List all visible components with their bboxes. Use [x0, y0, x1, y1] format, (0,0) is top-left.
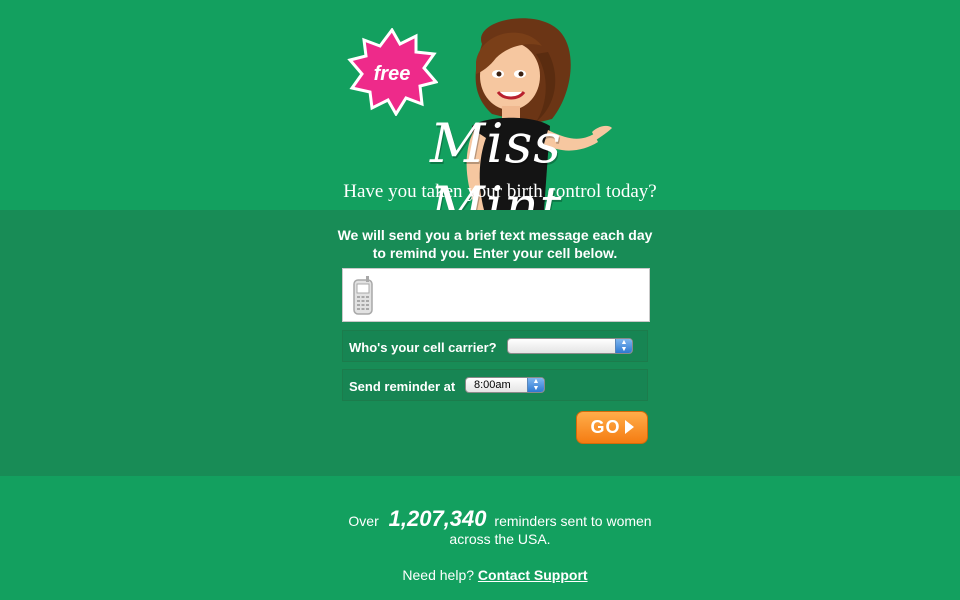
help-line: Need help? Contact Support: [330, 567, 660, 583]
reminder-count: 1,207,340: [388, 506, 487, 531]
select-arrows-icon: ▲ ▼: [615, 339, 632, 353]
carrier-label: Who's your cell carrier?: [349, 340, 497, 355]
time-label: Send reminder at: [349, 379, 456, 394]
stats-prefix: Over: [348, 513, 379, 529]
phone-field[interactable]: [342, 268, 650, 322]
intro-text: We will send you a brief text message ea…: [337, 227, 653, 261]
stats-line2: across the USA.: [449, 531, 551, 547]
phone-input[interactable]: [383, 275, 647, 317]
carrier-select[interactable]: ▲ ▼: [507, 338, 633, 354]
cellphone-icon: [353, 276, 373, 315]
time-row: Send reminder at 8:00am ▲ ▼: [342, 369, 648, 401]
select-arrows-icon: ▲ ▼: [527, 378, 544, 392]
help-text: Need help?: [402, 567, 475, 583]
stats: Over 1,207,340 reminders sent to women a…: [280, 508, 720, 548]
contact-support-link[interactable]: Contact Support: [478, 567, 588, 583]
go-label: GO: [590, 417, 621, 437]
stats-suffix: reminders sent to women: [494, 513, 652, 529]
free-badge-text: free: [374, 63, 411, 85]
time-select-value: 8:00am: [474, 379, 511, 391]
free-badge: free: [347, 28, 438, 116]
play-arrow-icon: [624, 420, 634, 434]
time-select[interactable]: 8:00am ▲ ▼: [465, 377, 545, 393]
tagline: Have you taken your birth control today?: [343, 181, 657, 202]
carrier-row: Who's your cell carrier? ▲ ▼: [342, 330, 648, 362]
header: free Miss Mint Have you taken your birth…: [0, 0, 960, 238]
go-button[interactable]: GO: [576, 411, 648, 444]
